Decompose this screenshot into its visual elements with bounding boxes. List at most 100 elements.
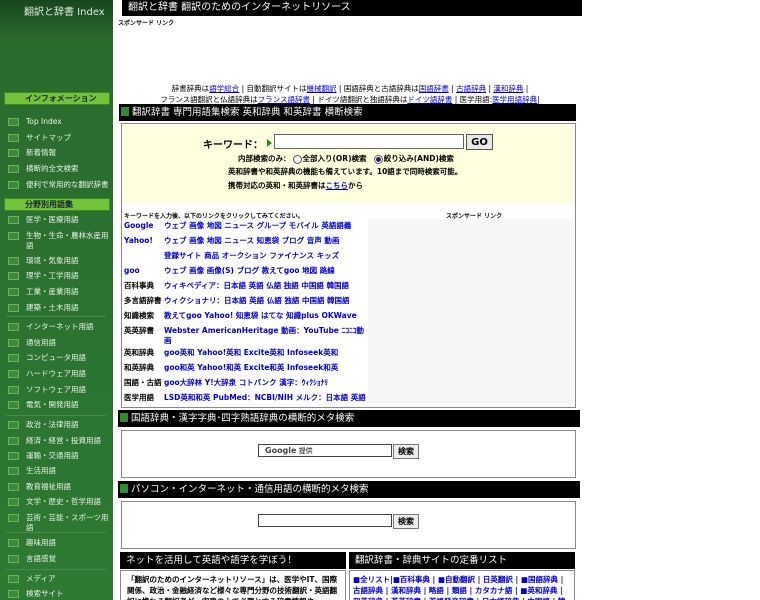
- sidebar-info-item[interactable]: サイトマップ: [4, 133, 112, 143]
- quick-link[interactable]: 機械翻訳: [306, 84, 336, 93]
- quick-link[interactable]: 語学総合: [209, 84, 239, 93]
- arrow-right-icon: [267, 139, 272, 147]
- site-links[interactable]: ウィキペディア：日本語 英語 仏語 独語 中国語 韓国語: [164, 280, 368, 291]
- japanese-search-button[interactable]: 検索: [393, 444, 419, 459]
- site-links[interactable]: 登録サイト 商品 オークション ファイナンス キッズ: [164, 250, 368, 261]
- site-category[interactable]: goo: [124, 265, 164, 276]
- mobile-dictionary-link[interactable]: こちら: [326, 181, 349, 190]
- sidebar-field-item[interactable]: 教育福祉用語: [4, 482, 112, 492]
- sidebar-field-item[interactable]: 医学・医療用語: [4, 215, 112, 225]
- site-category[interactable]: Yahoo!: [124, 235, 164, 246]
- site-category: 多言語辞書: [124, 296, 162, 305]
- sidebar-field-item[interactable]: 工業・産業用語: [4, 287, 112, 297]
- table-row: 英英辞書 Webster AmericanHeritage 動画：YouTube …: [124, 325, 368, 346]
- sidebar-field-item[interactable]: 生物・生命・農林水産用語: [4, 231, 112, 251]
- learn-languages-heading: ネットを活用して英語や語学を学ぼう！: [120, 552, 346, 569]
- computer-terms-search-button[interactable]: 検索: [393, 514, 419, 529]
- site-links[interactable]: ウェブ 画像 地図 ニュース グループ モバイル 英語語義: [164, 220, 368, 231]
- site-links[interactable]: goo大辞林 Y!大辞泉 コトバンク 漢字：ｳｨｸｼｮﾅﾘ: [164, 377, 368, 388]
- site-category: [124, 250, 164, 251]
- sidebar-section-glossaries: 分野別用語集: [4, 198, 110, 211]
- sidebar-field-item[interactable]: ハードウェア用語: [4, 369, 112, 379]
- quick-link[interactable]: 医学用語辞典: [492, 95, 537, 104]
- or-search-radio[interactable]: [292, 154, 302, 164]
- quick-link[interactable]: フランス語辞書: [258, 95, 310, 104]
- site-links[interactable]: ウェブ 画像 画像(S) ブログ 教えてgoo 地図 路線: [164, 265, 368, 276]
- feature-note: 英和辞書や和英辞典の機能も備えています。10語まで同時検索可能。: [228, 167, 463, 176]
- site-category: 知識検索: [124, 311, 154, 320]
- sidebar-divider: [6, 415, 106, 416]
- sidebar-field-item[interactable]: 生活用語: [4, 466, 112, 476]
- table-row: 知識検索 教えてgoo Yahoo! 知恵袋 はてな 知識plus OKWave: [124, 310, 368, 324]
- site-logo[interactable]: 翻訳と辞書 Index: [0, 0, 113, 40]
- site-links[interactable]: goo和英 Yahoo!和英 Excite和英 Infoseek和英: [164, 362, 368, 373]
- quick-link-text: 辞書辞典は: [171, 84, 210, 93]
- sidebar-field-item[interactable]: インターネット用語: [4, 322, 112, 332]
- or-search-label[interactable]: 全部入り(OR)検索: [303, 154, 367, 163]
- site-links[interactable]: 教えてgoo Yahoo! 知恵袋 はてな 知識plus OKWave: [164, 310, 368, 321]
- sidebar-field-item[interactable]: 政治・法律用語: [4, 420, 112, 430]
- sidebar-field-item[interactable]: 環境・気象用語: [4, 256, 112, 266]
- sidebar-field-item[interactable]: コンピュータ用語: [4, 353, 112, 363]
- table-row: 国語・古語 goo大辞林 Y!大辞泉 コトバンク 漢字：ｳｨｸｼｮﾅﾘ: [124, 377, 368, 391]
- go-button[interactable]: GO: [466, 134, 493, 150]
- quick-link-text: |: [448, 84, 457, 93]
- site-links[interactable]: ウィクショナリ：日本語 英語 仏語 独語 中国語 韓国語: [164, 295, 368, 306]
- and-search-label[interactable]: 絞り込み(AND)検索: [384, 154, 454, 163]
- site-links[interactable]: LSD英和和英 PubMed：NCBI/NIH メルク：日本語 英語: [164, 392, 368, 403]
- sidebar: 翻訳と辞書 Index インフォメーション Top Index サイトマップ 新着情…: [0, 0, 113, 600]
- site-links[interactable]: ウェブ 画像 地図 ニュース 知恵袋 ブログ 音声 動画: [164, 235, 368, 246]
- sidebar-field-item[interactable]: 電気・開発用語: [4, 400, 112, 410]
- quick-link[interactable]: 古語辞典: [456, 84, 486, 93]
- site-category[interactable]: Google: [124, 220, 164, 231]
- site-category: 医学用語: [124, 393, 154, 402]
- mobile-note-suffix: から: [348, 181, 363, 190]
- site-links[interactable]: goo英和 Yahoo!英和 Excite英和 Infoseek英和: [164, 347, 368, 358]
- sidebar-field-item[interactable]: 経済・経営・投資用語: [4, 436, 112, 446]
- site-category: 百科事典: [124, 281, 154, 290]
- mobile-note-text: 携帯対応の英和・和英辞書は: [228, 181, 326, 190]
- quick-link[interactable]: 国語辞書: [419, 84, 449, 93]
- sidebar-field-item[interactable]: 検索サイト: [4, 589, 112, 599]
- sidebar-info-item[interactable]: 新着情報: [4, 148, 112, 158]
- site-links[interactable]: Webster AmericanHeritage 動画：YouTube ﾆｺﾆｺ…: [164, 325, 368, 346]
- sidebar-field-item[interactable]: 理学・工学用語: [4, 271, 112, 281]
- sidebar-section-information: インフォメーション: [4, 92, 110, 105]
- quick-link[interactable]: 漢和辞典: [493, 84, 523, 93]
- sidebar-field-item[interactable]: メディア: [4, 574, 112, 584]
- search-mode-row: 内部検索のみ： 全部入り(OR)検索 絞り込み(AND)検索: [238, 153, 454, 164]
- standard-list-links[interactable]: ■全リスト|■百科事典 | ■自動翻訳 | 日英翻訳 | ■国語辞典 | 古語辞…: [349, 570, 575, 600]
- sidebar-info-item[interactable]: Top Index: [4, 117, 112, 127]
- table-row: 登録サイト 商品 オークション ファイナンス キッズ: [124, 250, 368, 264]
- quick-link-text: | 国語辞典と古語辞典は: [336, 84, 419, 93]
- mobile-note: 携帯対応の英和・和英辞書はこちらから: [228, 180, 363, 191]
- sponsored-links-area: [368, 219, 574, 404]
- sidebar-field-item[interactable]: ソフトウェア用語: [4, 385, 112, 395]
- sidebar-info-item[interactable]: 横断的全文検索: [4, 164, 112, 174]
- site-category: 国語・古語: [124, 378, 162, 387]
- google-search-input[interactable]: Google 提供: [258, 444, 392, 457]
- sidebar-info-item[interactable]: 便利で常用的な翻訳辞書: [4, 180, 112, 190]
- table-row: 医学用語 LSD英和和英 PubMed：NCBI/NIH メルク：日本語 英語: [124, 392, 368, 406]
- and-search-radio[interactable]: [373, 154, 383, 164]
- table-row: 多言語辞書 ウィクショナリ：日本語 英語 仏語 独語 中国語 韓国語: [124, 295, 368, 309]
- quick-link[interactable]: ドイツ語辞書: [407, 95, 452, 104]
- keyword-input[interactable]: [274, 134, 464, 149]
- sponsored-links-label: スポンサード リンク: [118, 20, 175, 27]
- japanese-dictionary-search-heading: 国語辞典・漢字字典･四字熟語辞典の横断的メタ検索: [118, 410, 580, 427]
- sidebar-field-item[interactable]: 運輸・交通用語: [4, 451, 112, 461]
- sidebar-field-item[interactable]: 趣味用語: [4, 538, 112, 548]
- computer-terms-search-heading: パソコン・インターネット・通信用語の横断的メタ検索: [118, 481, 580, 498]
- sidebar-field-item[interactable]: 文学・歴史・哲学用語: [4, 497, 112, 507]
- sidebar-field-item[interactable]: 建築・土木用語: [4, 303, 112, 313]
- sidebar-field-item[interactable]: 言語感覚: [4, 554, 112, 564]
- sidebar-divider: [6, 569, 106, 570]
- table-row: 英和辞典 goo英和 Yahoo!英和 Excite英和 Infoseek英和: [124, 347, 368, 361]
- quick-link-text: |: [523, 84, 529, 93]
- sidebar-field-item[interactable]: 通信用語: [4, 338, 112, 348]
- site-category: 英英辞書: [124, 326, 154, 335]
- computer-terms-input[interactable]: [258, 514, 392, 527]
- quick-link-text: | 自動翻訳サイトは: [239, 84, 307, 93]
- search-mode-label: 内部検索のみ：: [238, 154, 291, 163]
- sidebar-field-item[interactable]: 芸術・芸能・スポーツ用語: [4, 513, 112, 533]
